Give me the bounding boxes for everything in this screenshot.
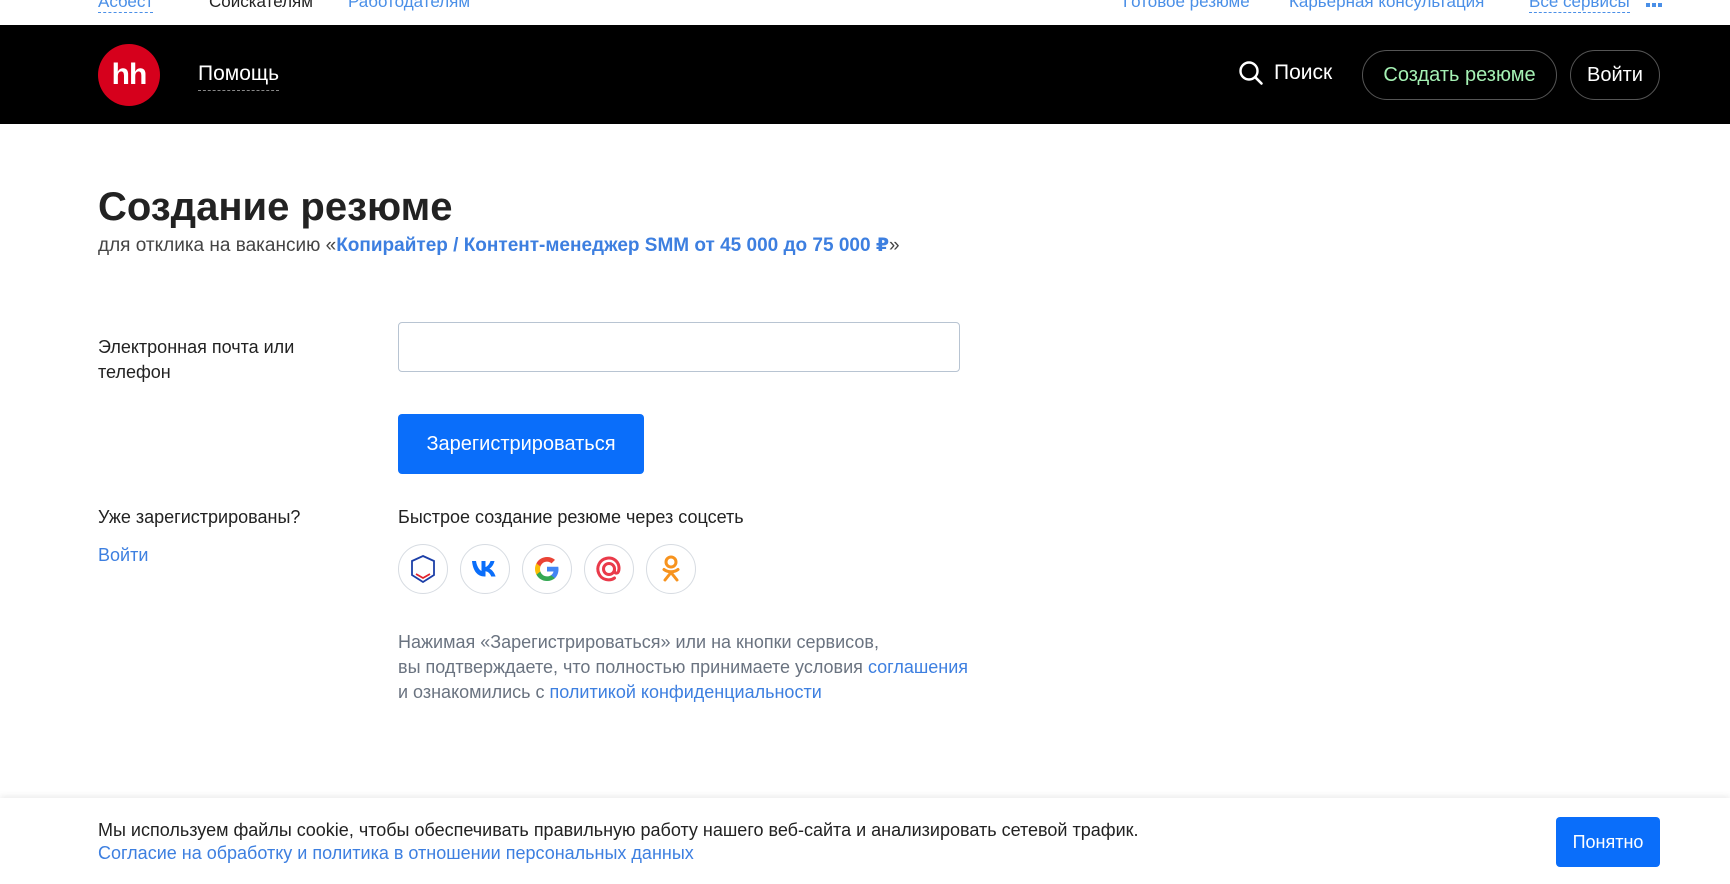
mail-ru-button[interactable] xyxy=(584,544,634,594)
email-phone-input[interactable] xyxy=(398,322,960,372)
google-icon xyxy=(535,557,559,581)
login-button[interactable]: Войти xyxy=(1570,50,1660,100)
cookie-text: Мы используем файлы cookie, чтобы обеспе… xyxy=(98,820,1139,840)
gosuslugi-button[interactable] xyxy=(398,544,448,594)
page-title: Создание резюме xyxy=(98,185,453,229)
services-grid-icon[interactable] xyxy=(1646,0,1662,8)
nav-all-services[interactable]: Все сервисы xyxy=(1529,0,1630,13)
top-utility-bar: Асбест Соискателям Работодателям Готовое… xyxy=(0,0,1730,25)
vk-button[interactable] xyxy=(460,544,510,594)
legal-line-2: вы подтверждаете, что полностью принимае… xyxy=(398,655,968,680)
main-header: hh Помощь Поиск Создать резюме Войти xyxy=(0,25,1730,124)
legal-text: Нажимая «Зарегистрироваться» или на кноп… xyxy=(398,630,968,705)
nav-career-consultation[interactable]: Карьерная консультация xyxy=(1289,0,1484,12)
hh-logo[interactable]: hh xyxy=(98,44,160,106)
help-link[interactable]: Помощь xyxy=(198,62,280,91)
social-buttons xyxy=(398,544,696,594)
vk-icon xyxy=(472,561,496,577)
search-icon xyxy=(1239,61,1263,85)
legal-line-3-prefix: и ознакомились с xyxy=(398,682,550,702)
login-link[interactable]: Войти xyxy=(98,545,148,566)
vacancy-link[interactable]: Копирайтер / Контент-менеджер SMM от 45 … xyxy=(336,235,889,256)
cookie-banner: Мы используем файлы cookie, чтобы обеспе… xyxy=(0,798,1730,884)
legal-line-2-prefix: вы подтверждаете, что полностью принимае… xyxy=(398,657,868,677)
subtitle-suffix: » xyxy=(889,235,900,256)
ok-icon xyxy=(662,555,680,582)
legal-line-1: Нажимая «Зарегистрироваться» или на кноп… xyxy=(398,632,879,652)
create-resume-button[interactable]: Создать резюме xyxy=(1362,50,1557,100)
search-label: Поиск xyxy=(1274,61,1333,84)
subtitle-prefix: для отклика на вакансию « xyxy=(98,235,337,256)
odnoklassniki-button[interactable] xyxy=(646,544,696,594)
page-subtitle: для отклика на вакансию «Копирайтер / Ко… xyxy=(98,234,900,257)
cookie-accept-button[interactable]: Понятно xyxy=(1556,817,1660,867)
email-phone-label: Электронная почта или телефон xyxy=(98,337,295,382)
legal-line-3: и ознакомились с политикой конфиденциаль… xyxy=(398,680,968,705)
gosuslugi-icon xyxy=(409,554,437,584)
google-button[interactable] xyxy=(522,544,572,594)
register-button[interactable]: Зарегистрироваться xyxy=(398,414,644,474)
nav-employers[interactable]: Работодателям xyxy=(348,0,470,12)
search-button[interactable]: Поиск xyxy=(1238,60,1332,86)
privacy-policy-link[interactable]: политикой конфиденциальности xyxy=(550,682,822,702)
cookie-policy-link[interactable]: Согласие на обработку и политика в отнош… xyxy=(98,843,694,864)
social-title: Быстрое создание резюме через соцсеть xyxy=(398,507,744,527)
city-selector[interactable]: Асбест xyxy=(98,0,154,13)
nav-ready-resume[interactable]: Готовое резюме xyxy=(1123,0,1250,12)
mail-at-icon xyxy=(596,556,621,582)
already-registered-label: Уже зарегистрированы? xyxy=(98,507,301,527)
nav-seekers[interactable]: Соискателям xyxy=(209,0,313,12)
agreement-link[interactable]: соглашения xyxy=(868,657,968,677)
